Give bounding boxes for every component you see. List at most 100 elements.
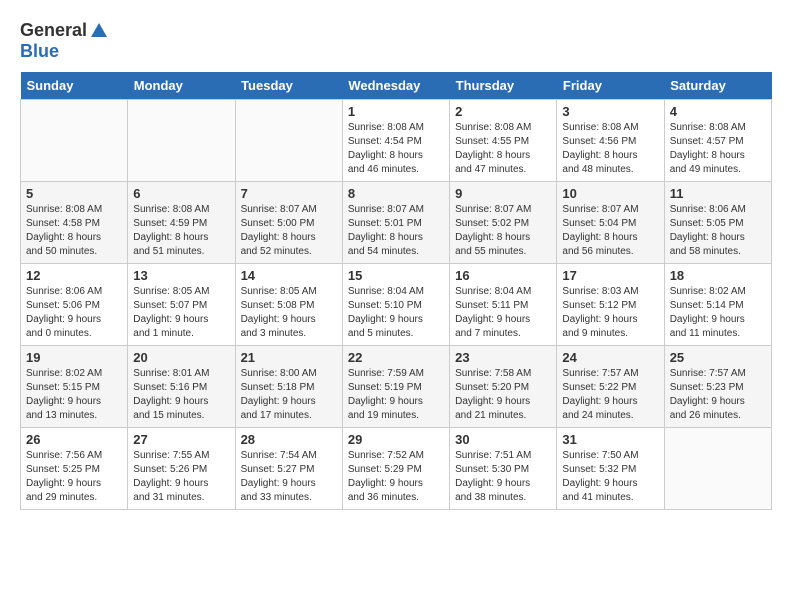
day-detail: Sunrise: 7:57 AM Sunset: 5:22 PM Dayligh… [562,367,658,423]
logo-blue-text: Blue [20,41,59,62]
day-number: 17 [562,268,658,283]
calendar-cell: 1 Sunrise: 8:08 AM Sunset: 4:54 PM Daylig… [342,100,449,182]
logo-general-text: General [20,20,87,41]
day-detail: Sunrise: 8:08 AM Sunset: 4:54 PM Dayligh… [348,121,444,177]
day-detail: Sunrise: 7:50 AM Sunset: 5:32 PM Dayligh… [562,449,658,505]
calendar-cell: 29Sunrise: 7:52 AM Sunset: 5:29 PM Dayli… [342,428,449,510]
day-number: 24 [562,350,658,365]
day-number: 20 [133,350,229,365]
day-detail: Sunrise: 8:07 AM Sunset: 5:01 PM Dayligh… [348,203,444,259]
week-row-3: 12 Sunrise: 8:06 AM Sunset: 5:06 PM Dayli… [21,264,772,346]
day-number: 10 [562,186,658,201]
day-detail: Sunrise: 8:00 AM Sunset: 5:18 PM Dayligh… [241,367,337,423]
weekday-header-friday: Friday [557,72,664,100]
calendar-cell: 13 Sunrise: 8:05 AM Sunset: 5:07 PM Dayli… [128,264,235,346]
calendar-cell: 28Sunrise: 7:54 AM Sunset: 5:27 PM Dayli… [235,428,342,510]
weekday-header-sunday: Sunday [21,72,128,100]
day-detail: Sunrise: 8:03 AM Sunset: 5:12 PM Dayligh… [562,285,658,341]
day-detail: Sunrise: 8:06 AM Sunset: 5:05 PM Dayligh… [670,203,766,259]
calendar-cell: 19Sunrise: 8:02 AM Sunset: 5:15 PM Dayli… [21,346,128,428]
calendar-cell: 3 Sunrise: 8:08 AM Sunset: 4:56 PM Daylig… [557,100,664,182]
day-number: 7 [241,186,337,201]
day-detail: Sunrise: 8:08 AM Sunset: 4:55 PM Dayligh… [455,121,551,177]
weekday-header-wednesday: Wednesday [342,72,449,100]
day-number: 22 [348,350,444,365]
calendar-cell: 31 Sunrise: 7:50 AM Sunset: 5:32 PM Dayli… [557,428,664,510]
calendar-cell: 25Sunrise: 7:57 AM Sunset: 5:23 PM Dayli… [664,346,771,428]
calendar-cell: 15Sunrise: 8:04 AM Sunset: 5:10 PM Dayli… [342,264,449,346]
day-detail: Sunrise: 8:04 AM Sunset: 5:10 PM Dayligh… [348,285,444,341]
day-number: 26 [26,432,122,447]
weekday-header-saturday: Saturday [664,72,771,100]
calendar-cell: 7 Sunrise: 8:07 AM Sunset: 5:00 PM Daylig… [235,182,342,264]
logo: General Blue [20,20,109,62]
calendar-cell: 11 Sunrise: 8:06 AM Sunset: 5:05 PM Dayli… [664,182,771,264]
day-number: 31 [562,432,658,447]
day-detail: Sunrise: 7:54 AM Sunset: 5:27 PM Dayligh… [241,449,337,505]
week-row-2: 5Sunrise: 8:08 AM Sunset: 4:58 PM Daylig… [21,182,772,264]
day-detail: Sunrise: 7:52 AM Sunset: 5:29 PM Dayligh… [348,449,444,505]
calendar-cell: 8 Sunrise: 8:07 AM Sunset: 5:01 PM Daylig… [342,182,449,264]
calendar-cell: 5Sunrise: 8:08 AM Sunset: 4:58 PM Daylig… [21,182,128,264]
day-number: 9 [455,186,551,201]
calendar-cell: 27 Sunrise: 7:55 AM Sunset: 5:26 PM Dayli… [128,428,235,510]
day-detail: Sunrise: 8:06 AM Sunset: 5:06 PM Dayligh… [26,285,122,341]
day-detail: Sunrise: 8:01 AM Sunset: 5:16 PM Dayligh… [133,367,229,423]
calendar-cell: 17 Sunrise: 8:03 AM Sunset: 5:12 PM Dayli… [557,264,664,346]
day-detail: Sunrise: 7:56 AM Sunset: 5:25 PM Dayligh… [26,449,122,505]
day-detail: Sunrise: 8:08 AM Sunset: 4:58 PM Dayligh… [26,203,122,259]
day-number: 1 [348,104,444,119]
day-detail: Sunrise: 8:07 AM Sunset: 5:02 PM Dayligh… [455,203,551,259]
calendar-cell: 12 Sunrise: 8:06 AM Sunset: 5:06 PM Dayli… [21,264,128,346]
day-detail: Sunrise: 8:08 AM Sunset: 4:57 PM Dayligh… [670,121,766,177]
day-number: 30 [455,432,551,447]
day-detail: Sunrise: 8:07 AM Sunset: 5:04 PM Dayligh… [562,203,658,259]
day-number: 11 [670,186,766,201]
day-number: 14 [241,268,337,283]
day-number: 4 [670,104,766,119]
day-detail: Sunrise: 8:04 AM Sunset: 5:11 PM Dayligh… [455,285,551,341]
weekday-header-thursday: Thursday [450,72,557,100]
calendar-cell: 23Sunrise: 7:58 AM Sunset: 5:20 PM Dayli… [450,346,557,428]
calendar-cell [21,100,128,182]
calendar-cell: 22 Sunrise: 7:59 AM Sunset: 5:19 PM Dayli… [342,346,449,428]
weekday-header-tuesday: Tuesday [235,72,342,100]
day-detail: Sunrise: 7:51 AM Sunset: 5:30 PM Dayligh… [455,449,551,505]
calendar-cell [235,100,342,182]
calendar-cell: 6Sunrise: 8:08 AM Sunset: 4:59 PM Daylig… [128,182,235,264]
calendar-cell: 9 Sunrise: 8:07 AM Sunset: 5:02 PM Daylig… [450,182,557,264]
calendar-cell [664,428,771,510]
day-detail: Sunrise: 8:05 AM Sunset: 5:08 PM Dayligh… [241,285,337,341]
day-detail: Sunrise: 8:05 AM Sunset: 5:07 PM Dayligh… [133,285,229,341]
calendar-cell: 20 Sunrise: 8:01 AM Sunset: 5:16 PM Dayli… [128,346,235,428]
day-number: 13 [133,268,229,283]
calendar-cell [128,100,235,182]
calendar-cell: 10 Sunrise: 8:07 AM Sunset: 5:04 PM Dayli… [557,182,664,264]
calendar-table: SundayMondayTuesdayWednesdayThursdayFrid… [20,72,772,510]
day-detail: Sunrise: 8:08 AM Sunset: 4:59 PM Dayligh… [133,203,229,259]
week-row-5: 26 Sunrise: 7:56 AM Sunset: 5:25 PM Dayli… [21,428,772,510]
day-detail: Sunrise: 7:58 AM Sunset: 5:20 PM Dayligh… [455,367,551,423]
calendar-cell: 18Sunrise: 8:02 AM Sunset: 5:14 PM Dayli… [664,264,771,346]
logo-icon [89,21,109,41]
day-number: 19 [26,350,122,365]
calendar-cell: 30 Sunrise: 7:51 AM Sunset: 5:30 PM Dayli… [450,428,557,510]
page-header: General Blue [20,20,772,62]
calendar-cell: 4 Sunrise: 8:08 AM Sunset: 4:57 PM Daylig… [664,100,771,182]
day-number: 18 [670,268,766,283]
day-detail: Sunrise: 8:07 AM Sunset: 5:00 PM Dayligh… [241,203,337,259]
day-number: 2 [455,104,551,119]
week-row-1: 1 Sunrise: 8:08 AM Sunset: 4:54 PM Daylig… [21,100,772,182]
day-number: 8 [348,186,444,201]
day-detail: Sunrise: 8:08 AM Sunset: 4:56 PM Dayligh… [562,121,658,177]
day-number: 3 [562,104,658,119]
day-number: 12 [26,268,122,283]
day-detail: Sunrise: 7:55 AM Sunset: 5:26 PM Dayligh… [133,449,229,505]
calendar-cell: 2 Sunrise: 8:08 AM Sunset: 4:55 PM Daylig… [450,100,557,182]
day-number: 27 [133,432,229,447]
calendar-cell: 16Sunrise: 8:04 AM Sunset: 5:11 PM Dayli… [450,264,557,346]
weekday-header-row: SundayMondayTuesdayWednesdayThursdayFrid… [21,72,772,100]
week-row-4: 19Sunrise: 8:02 AM Sunset: 5:15 PM Dayli… [21,346,772,428]
calendar-cell: 21Sunrise: 8:00 AM Sunset: 5:18 PM Dayli… [235,346,342,428]
day-detail: Sunrise: 7:59 AM Sunset: 5:19 PM Dayligh… [348,367,444,423]
